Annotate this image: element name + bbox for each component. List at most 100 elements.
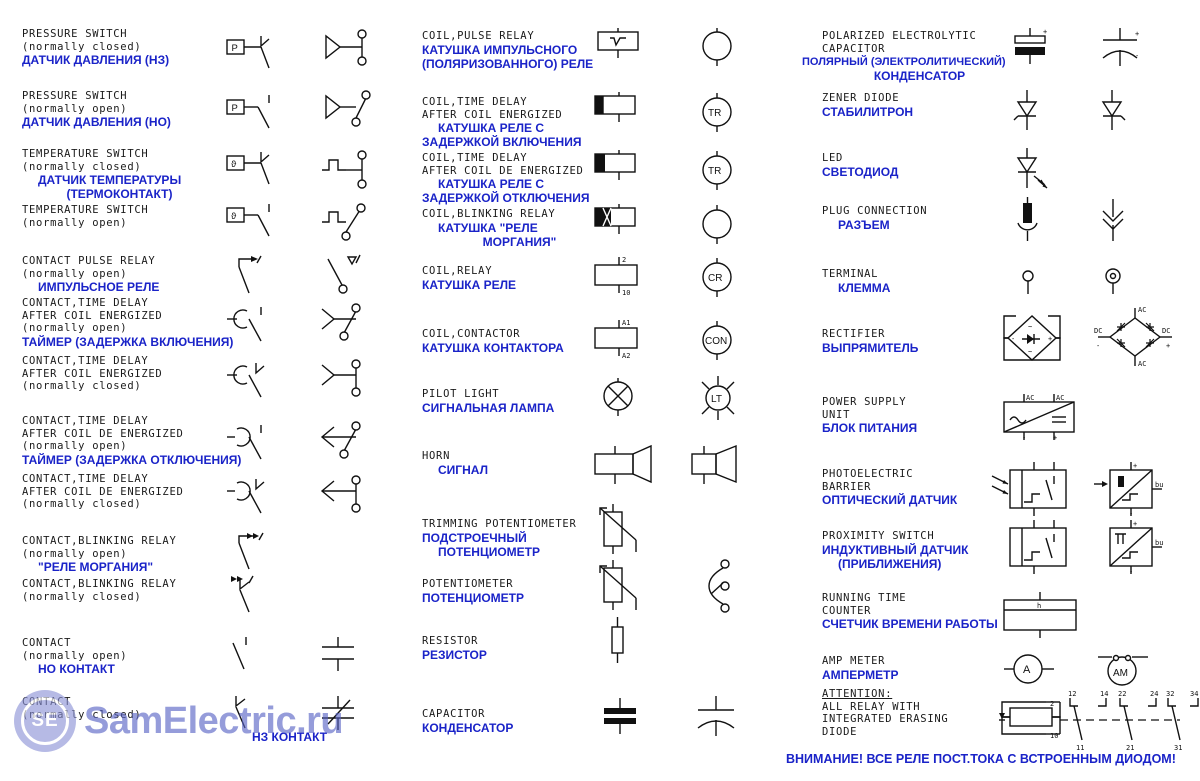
label-ru: СВЕТОДИОД bbox=[822, 164, 899, 179]
plug-connection-alt-icon bbox=[1095, 197, 1145, 245]
label-en: TERMINAL bbox=[822, 268, 879, 280]
svg-text:P: P bbox=[232, 103, 238, 114]
svg-text:bu: bu bbox=[1155, 481, 1163, 489]
label-ru: ДАТЧИК ДАВЛЕНИЯ (НЗ) bbox=[22, 53, 170, 67]
proximity-switch-alt-icon: + - bu bbox=[1092, 520, 1172, 576]
svg-text:+: + bbox=[1133, 462, 1137, 470]
svg-text:24: 24 bbox=[1150, 690, 1158, 698]
label-en: CONTACT,TIME DELAY bbox=[22, 415, 149, 427]
amp-meter-icon: A bbox=[996, 647, 1066, 693]
coil-circle-plain-2-icon bbox=[695, 202, 745, 248]
label-en: AFTER COIL DE ENERGIZED bbox=[22, 485, 184, 498]
label-en: TEMPERATURE SWITCH bbox=[22, 204, 149, 216]
label-ru: ЗАДЕРЖКОЙ ОТКЛЮЧЕНИЯ bbox=[422, 191, 590, 205]
label-en: UNIT bbox=[822, 408, 851, 421]
row-labels: ZENER DIODE СТАБИЛИТРОН bbox=[822, 92, 1017, 119]
svg-text:12: 12 bbox=[1068, 690, 1076, 698]
label-ru: НЗ КОНТАКТ bbox=[252, 730, 328, 744]
rectifier-bridge-icon: AC AC DC DC - + bbox=[1090, 302, 1180, 372]
terminal-label: 10 bbox=[622, 289, 630, 297]
horn-alt-icon bbox=[690, 442, 760, 488]
label-ru: ДАТЧИК ТЕМПЕРАТУРЫ bbox=[38, 173, 182, 187]
proximity-switch-icon bbox=[988, 520, 1078, 576]
svg-text:AM: AM bbox=[1113, 668, 1128, 679]
contact-off-delay-no-icon bbox=[225, 421, 295, 465]
label-en: (normally open) bbox=[22, 322, 128, 334]
svg-text:-: - bbox=[1129, 568, 1133, 576]
label-ru: СИГНАЛ bbox=[438, 462, 488, 477]
label-ru: МОРГАНИЯ" bbox=[482, 234, 557, 249]
coil-off-delay-box-icon bbox=[593, 150, 653, 190]
contact-off-delay-no-alt-icon bbox=[320, 421, 390, 465]
temperature-switch-nc-alt-icon bbox=[320, 148, 390, 192]
label-en: AFTER COIL DE ENERGIZED bbox=[22, 427, 184, 440]
svg-text:-: - bbox=[1129, 510, 1133, 518]
svg-text:TR: TR bbox=[708, 108, 721, 119]
label-en: CONTACT PULSE RELAY bbox=[22, 255, 156, 267]
svg-text:TR: TR bbox=[708, 166, 721, 177]
terminal-label: A1 bbox=[622, 319, 630, 327]
svg-text:-: - bbox=[1135, 52, 1139, 60]
label-en: AFTER COIL ENERGIZED bbox=[22, 367, 163, 380]
label-en: INTEGRATED ERASING bbox=[822, 713, 949, 725]
column-contacts: PRESSURE SWITCH (normally closed) ДАТЧИК… bbox=[0, 0, 400, 781]
svg-text:DC: DC bbox=[1162, 327, 1170, 335]
label-en: TRIMMING POTENTIOMETER bbox=[422, 518, 577, 530]
svg-text:-: - bbox=[1011, 335, 1015, 343]
label-en: COUNTER bbox=[822, 604, 872, 617]
label-ru: КАТУШКА КОНТАКТОРА bbox=[422, 340, 564, 355]
label-ru: ЗАДЕРЖКОЙ ВКЛЮЧЕНИЯ bbox=[422, 135, 582, 149]
svg-text:DC: DC bbox=[1094, 327, 1102, 335]
column-components: POLARIZED ELECTROLYTIC CAPACITOR ПОЛЯРНЫ… bbox=[800, 0, 1200, 781]
row-labels: RECTIFIER ВЫПРЯМИТЕЛЬ bbox=[822, 328, 1017, 355]
row-labels: COIL,PULSE RELAY КАТУШКА ИМПУЛЬСНОГО (ПО… bbox=[422, 30, 617, 71]
svg-text:+: + bbox=[1133, 520, 1137, 528]
row-labels: CONTACT,TIME DELAY AFTER COIL DE ENERGIZ… bbox=[22, 473, 217, 511]
contact-on-delay-no-icon bbox=[225, 303, 295, 347]
label-ru: НО КОНТАКТ bbox=[38, 662, 115, 676]
svg-text:ϑ: ϑ bbox=[231, 159, 237, 170]
label-en: PRESSURE SWITCH bbox=[22, 90, 128, 102]
electrolytic-capacitor-alt-icon: + - bbox=[1095, 24, 1155, 72]
svg-text:~: ~ bbox=[1028, 348, 1032, 356]
label-en: CONTACT,BLINKING RELAY bbox=[22, 578, 177, 590]
svg-text:~: ~ bbox=[1028, 323, 1032, 331]
zener-diode-icon bbox=[1010, 88, 1060, 134]
label-en: CONTACT,TIME DELAY bbox=[22, 297, 149, 309]
terminal-label: 2 bbox=[622, 256, 626, 264]
svg-text:14: 14 bbox=[1100, 690, 1108, 698]
row-labels: PLUG CONNECTION РАЗЪЕМ bbox=[822, 205, 1017, 232]
label-en: (normally closed) bbox=[22, 708, 142, 721]
label-en: RUNNING TIME bbox=[822, 592, 907, 604]
label-ru: КАТУШКА РЕЛЕ bbox=[422, 277, 517, 292]
row-labels: CONTACT,TIME DELAY AFTER COIL ENERGIZED … bbox=[22, 297, 233, 349]
temperature-switch-no-alt-icon bbox=[320, 203, 390, 244]
terminal-label: A2 bbox=[622, 352, 630, 360]
coil-relay-box-icon: 2 10 bbox=[593, 251, 663, 299]
label-en: CAPACITOR bbox=[822, 42, 886, 55]
attention-footer-note: ВНИМАНИЕ! ВСЕ РЕЛЕ ПОСТ.ТОКА С ВСТРОЕННЫ… bbox=[786, 752, 1176, 766]
label-en: RESISTOR bbox=[422, 635, 479, 647]
rectifier-icon: ~ ~ - + bbox=[996, 306, 1076, 370]
row-labels: TEMPERATURE SWITCH (normally closed) ДАТ… bbox=[22, 148, 217, 201]
contact-no-alt-icon bbox=[320, 635, 370, 679]
label-en: CONTACT bbox=[22, 696, 72, 708]
svg-text:bu: bu bbox=[1155, 539, 1163, 547]
label-en: (normally closed) bbox=[22, 380, 142, 392]
svg-text:11: 11 bbox=[1076, 744, 1084, 752]
pressure-switch-nc-alt-icon bbox=[320, 28, 390, 74]
contact-off-delay-nc-icon bbox=[225, 475, 295, 519]
svg-text:CON: CON bbox=[705, 336, 727, 347]
pressure-switch-nc-box-icon: P bbox=[225, 28, 295, 74]
capacitor-alt-icon bbox=[690, 692, 750, 740]
svg-text:CR: CR bbox=[708, 273, 722, 284]
coil-on-delay-box-icon bbox=[593, 92, 653, 132]
horn-icon bbox=[593, 442, 673, 488]
label-en: PILOT LIGHT bbox=[422, 388, 500, 400]
label-ru: ВЫПРЯМИТЕЛЬ bbox=[822, 340, 919, 355]
row-labels: CONTACT,TIME DELAY AFTER COIL DE ENERGIZ… bbox=[22, 415, 241, 467]
label-ru: СЧЕТЧИК ВРЕМЕНИ РАБОТЫ bbox=[822, 617, 998, 631]
row-labels: COIL,BLINKING RELAY КАТУШКА "РЕЛЕ МОРГАН… bbox=[422, 208, 617, 249]
terminal-alt-icon bbox=[1095, 264, 1145, 300]
label-en: CONTACT,TIME DELAY bbox=[22, 473, 149, 485]
